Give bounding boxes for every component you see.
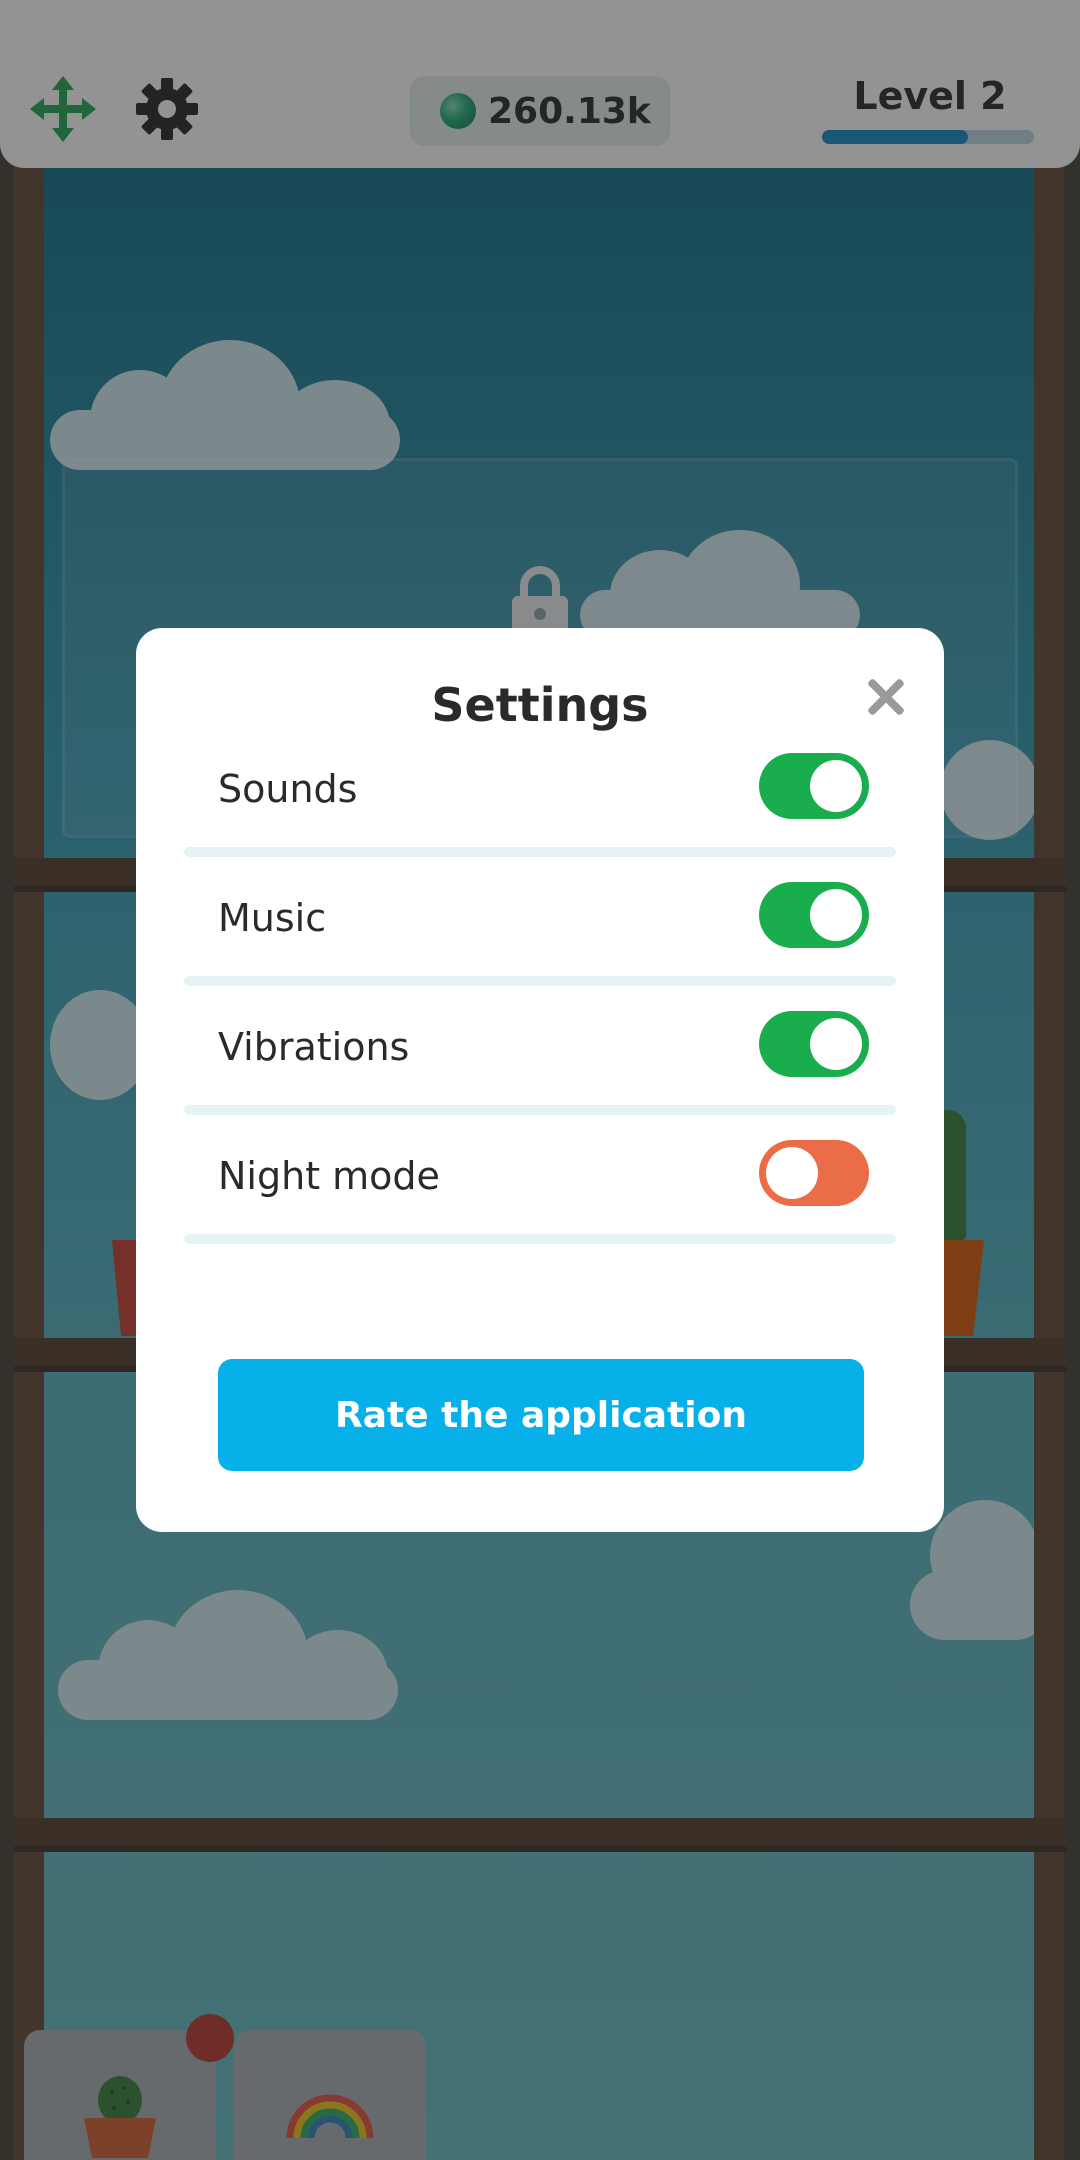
setting-row-music: Music bbox=[136, 854, 944, 986]
setting-row-sounds: Sounds bbox=[136, 725, 944, 857]
setting-row-night-mode: Night mode bbox=[136, 1112, 944, 1244]
setting-label: Vibrations bbox=[218, 1025, 410, 1069]
settings-dialog: Settings Sounds Music Vibrations Night m… bbox=[136, 628, 944, 1532]
toggle-knob bbox=[810, 760, 862, 812]
rate-app-button[interactable]: Rate the application bbox=[218, 1359, 864, 1471]
toggle-knob bbox=[810, 889, 862, 941]
setting-row-vibrations: Vibrations bbox=[136, 983, 944, 1115]
toggle-knob bbox=[766, 1147, 818, 1199]
dialog-title: Settings bbox=[431, 678, 649, 732]
vibrations-toggle[interactable] bbox=[759, 1011, 869, 1077]
toggle-knob bbox=[810, 1018, 862, 1070]
close-icon[interactable] bbox=[862, 672, 910, 720]
setting-label: Music bbox=[218, 896, 327, 940]
sounds-toggle[interactable] bbox=[759, 753, 869, 819]
setting-label: Sounds bbox=[218, 767, 358, 811]
music-toggle[interactable] bbox=[759, 882, 869, 948]
row-divider bbox=[184, 1234, 896, 1244]
setting-label: Night mode bbox=[218, 1154, 440, 1198]
night-mode-toggle[interactable] bbox=[759, 1140, 869, 1206]
